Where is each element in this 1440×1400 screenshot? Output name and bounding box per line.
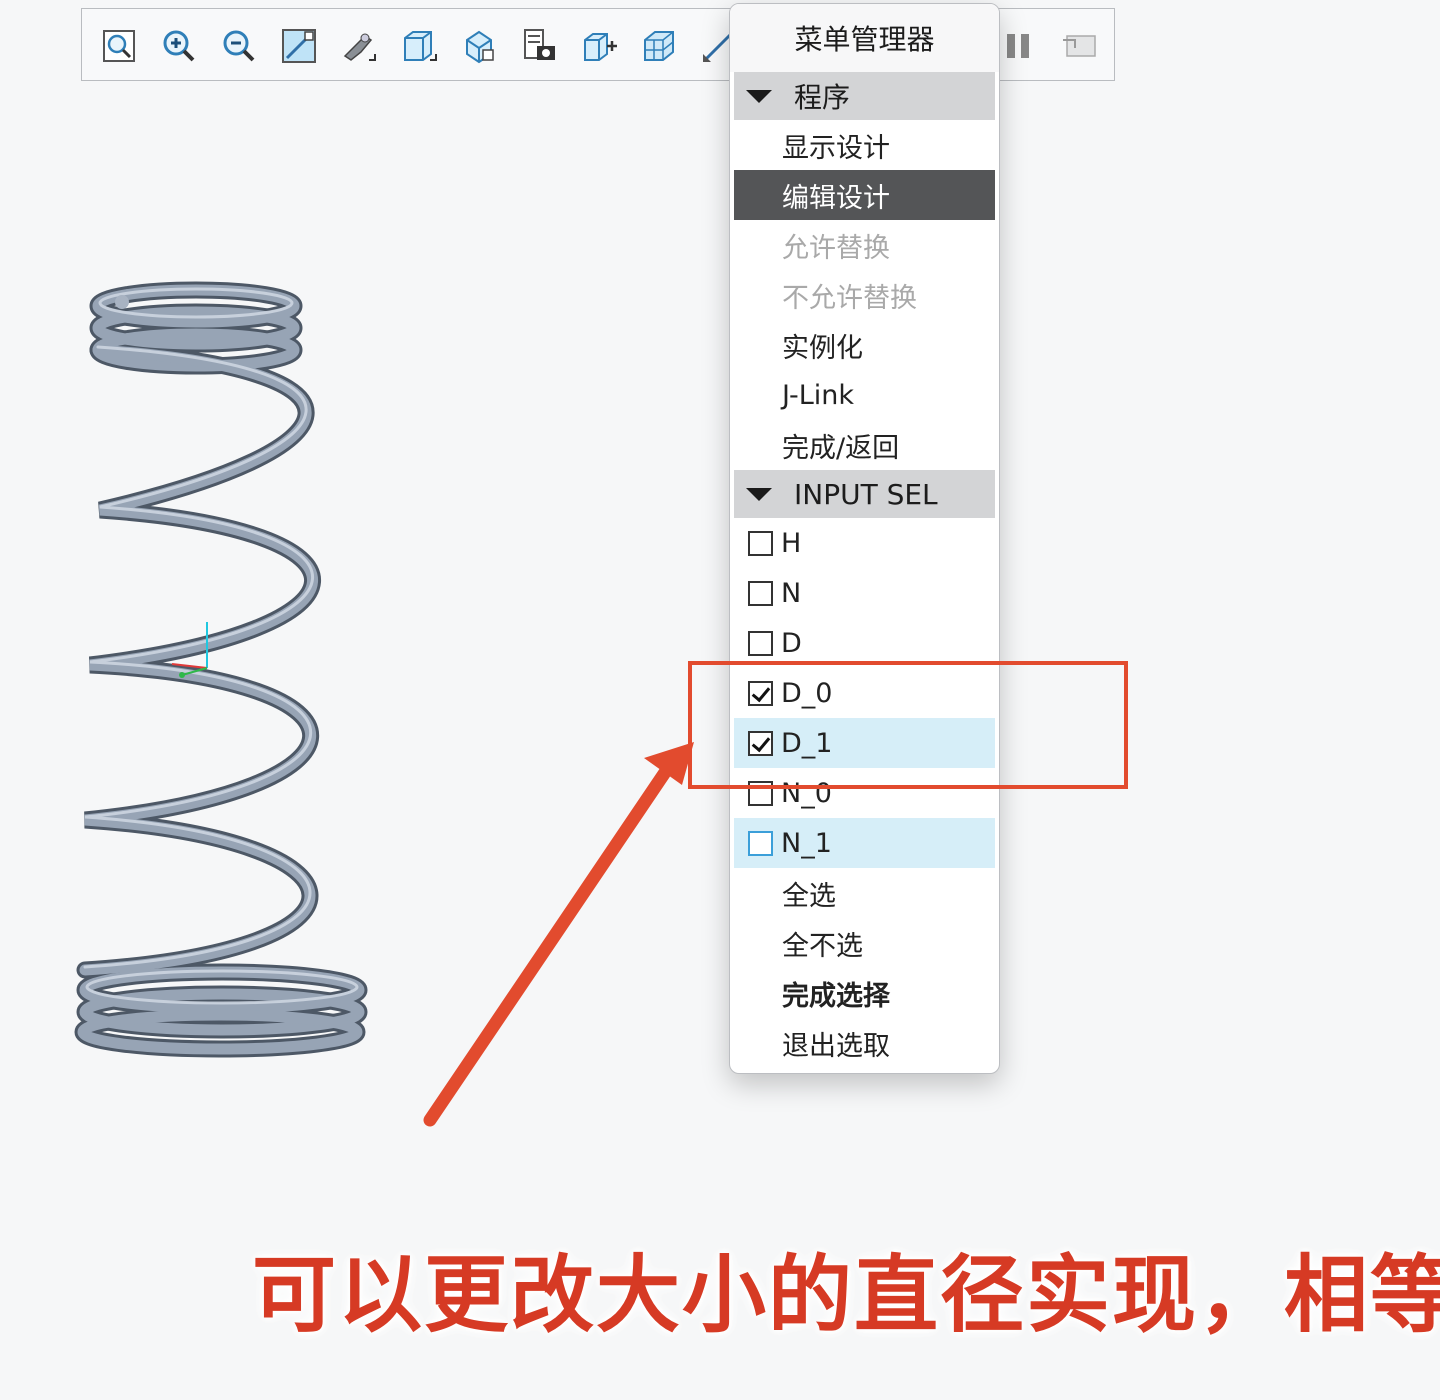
checkbox[interactable] bbox=[748, 630, 773, 656]
section-program[interactable]: 程序 bbox=[734, 72, 995, 120]
menu-item-edit-design[interactable]: 编辑设计 bbox=[734, 170, 995, 220]
checkbox-label: N_0 bbox=[781, 777, 832, 809]
checkbox-label: N_1 bbox=[781, 827, 832, 859]
collapse-triangle-icon[interactable] bbox=[746, 89, 772, 103]
menu-item-show-design[interactable]: 显示设计 bbox=[734, 120, 995, 170]
checkbox-item-n0[interactable]: N_0 bbox=[734, 768, 995, 818]
menu-item-instantiate[interactable]: 实例化 bbox=[734, 320, 995, 370]
checkbox-label: H bbox=[781, 527, 802, 559]
checkbox-item-d0[interactable]: D_0 bbox=[734, 668, 995, 718]
checkbox[interactable] bbox=[748, 830, 773, 856]
menu-item-jlink[interactable]: J-Link bbox=[734, 370, 995, 420]
checkbox-checked[interactable] bbox=[748, 730, 773, 756]
checkbox[interactable] bbox=[748, 580, 773, 606]
pause-icon[interactable] bbox=[998, 25, 1040, 67]
collapse-triangle-icon[interactable] bbox=[746, 487, 772, 501]
refit-icon[interactable] bbox=[98, 25, 140, 67]
checkbox-label: D bbox=[781, 627, 802, 659]
spring-model bbox=[74, 281, 368, 1058]
menu-item-done-return[interactable]: 完成/返回 bbox=[734, 420, 995, 470]
checkbox-item-h[interactable]: H bbox=[734, 518, 995, 568]
menu-item-quit-select[interactable]: 退出选取 bbox=[734, 1018, 995, 1068]
annotation-caption: 可以更改大小的直径实现，相等 bbox=[252, 1246, 1440, 1344]
zoom-in-icon[interactable] bbox=[158, 25, 200, 67]
annotation-display-icon[interactable] bbox=[1058, 25, 1100, 67]
menu-item-done-select[interactable]: 完成选择 bbox=[734, 968, 995, 1018]
section-input-sel-label: INPUT SEL bbox=[794, 477, 938, 511]
checkbox-item-d1[interactable]: D_1 bbox=[734, 718, 995, 768]
checkbox[interactable] bbox=[748, 780, 773, 806]
checkbox-item-n[interactable]: N bbox=[734, 568, 995, 618]
menu-item-allow-replace: 允许替换 bbox=[782, 232, 890, 264]
display-style-icon[interactable] bbox=[578, 25, 620, 67]
datum-display-icon[interactable] bbox=[638, 25, 680, 67]
section-program-label: 程序 bbox=[794, 81, 851, 114]
saved-orientations-icon[interactable] bbox=[458, 25, 500, 67]
checkbox-checked[interactable] bbox=[748, 680, 773, 706]
menu-item-unselect-all[interactable]: 全不选 bbox=[734, 918, 995, 968]
checkbox-label: N bbox=[781, 577, 802, 609]
menu-manager: 菜单管理器 程序 显示设计 编辑设计 允许替换 不允许替换 实例化 J-Link… bbox=[729, 3, 1000, 1074]
repaint-icon[interactable] bbox=[278, 25, 320, 67]
section-input-sel[interactable]: INPUT SEL bbox=[734, 470, 995, 518]
menu-item-select-all[interactable]: 全选 bbox=[734, 868, 995, 918]
view-manager-icon[interactable] bbox=[518, 25, 560, 67]
checkbox-label: D_1 bbox=[781, 727, 833, 759]
menu-manager-title: 菜单管理器 bbox=[730, 4, 999, 72]
zoom-out-icon[interactable] bbox=[218, 25, 260, 67]
checkbox[interactable] bbox=[748, 530, 773, 556]
spin-center-icon[interactable] bbox=[338, 25, 380, 67]
checkbox-item-n1[interactable]: N_1 bbox=[734, 818, 995, 868]
checkbox-label: D_0 bbox=[781, 677, 833, 709]
named-views-icon[interactable] bbox=[398, 25, 440, 67]
menu-item-disallow-replace: 不允许替换 bbox=[782, 282, 917, 314]
checkbox-item-d[interactable]: D bbox=[734, 618, 995, 668]
